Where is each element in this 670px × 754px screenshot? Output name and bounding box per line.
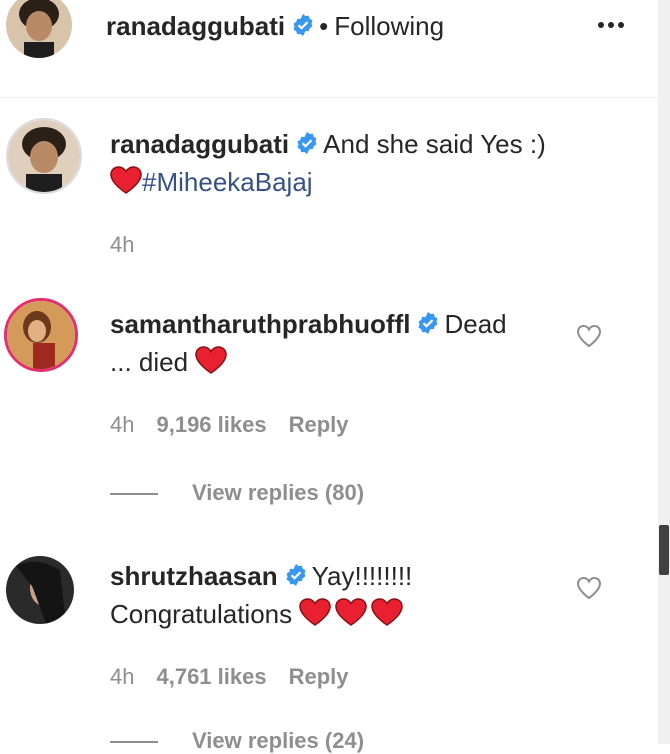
header-user-row: ranadaggubati • Following — [106, 8, 444, 46]
red-heart-icon — [195, 345, 228, 383]
comment-body: Dead — [444, 309, 507, 339]
reply-button[interactable]: Reply — [289, 664, 349, 689]
caption-username[interactable]: ranadaggubati — [110, 129, 289, 159]
view-replies-button[interactable]: View replies (24) — [110, 728, 364, 754]
comment-2-meta: 4h 4,761 likes Reply — [110, 664, 371, 690]
comment-body-continued: Congratulations — [110, 599, 293, 630]
red-heart-icon — [335, 597, 368, 635]
verified-icon — [291, 10, 315, 46]
comment-time[interactable]: 4h — [110, 412, 134, 437]
comment-1-text: samantharuthprabhuoffl Dead ... died — [110, 306, 560, 383]
caption-avatar[interactable] — [6, 118, 82, 194]
separator-dot: • — [319, 11, 329, 41]
comment-username[interactable]: samantharuthprabhuoffl — [110, 309, 410, 339]
verified-icon — [284, 560, 308, 596]
verified-icon — [416, 308, 440, 344]
hashtag-link[interactable]: #MiheekaBajaj — [142, 167, 313, 197]
following-button[interactable]: Following — [334, 11, 444, 41]
view-replies-button[interactable]: View replies (80) — [110, 480, 364, 506]
comment-1-meta: 4h 9,196 likes Reply — [110, 412, 371, 438]
comment-avatar[interactable] — [4, 298, 78, 372]
red-heart-icon — [110, 165, 142, 203]
divider-line — [110, 741, 158, 744]
caption-time[interactable]: 4h — [110, 232, 134, 257]
comment-time[interactable]: 4h — [110, 664, 134, 689]
red-heart-icon — [371, 597, 404, 635]
reply-button[interactable]: Reply — [289, 412, 349, 437]
like-heart-icon[interactable] — [576, 576, 602, 605]
caption-body: And she said Yes :) — [323, 129, 546, 159]
caption-meta: 4h — [110, 232, 156, 258]
avatar[interactable] — [6, 0, 72, 58]
view-replies-label: View replies (24) — [192, 728, 365, 753]
divider-line — [110, 493, 158, 496]
post-header: ranadaggubati • Following — [0, 0, 658, 98]
red-heart-icon — [299, 597, 332, 635]
view-replies-label: View replies (80) — [192, 480, 365, 505]
like-heart-icon[interactable] — [576, 324, 602, 353]
scrollbar-thumb[interactable] — [659, 525, 669, 575]
comment-body-continued: ... died — [110, 347, 189, 378]
comment-2-text: shrutzhaasan Yay!!!!!!!! Congratulations — [110, 558, 560, 635]
caption-text: ranadaggubati And she said Yes :) #Miheek… — [110, 126, 630, 203]
verified-icon — [295, 128, 319, 164]
comment-avatar[interactable] — [6, 556, 74, 624]
scrollbar[interactable] — [658, 0, 670, 744]
header-username[interactable]: ranadaggubati — [106, 11, 285, 41]
comment-username[interactable]: shrutzhaasan — [110, 561, 278, 591]
more-horizontal-icon[interactable] — [596, 18, 626, 36]
likes-count[interactable]: 4,761 likes — [156, 664, 266, 689]
comment-body: Yay!!!!!!!! — [311, 561, 413, 591]
likes-count[interactable]: 9,196 likes — [156, 412, 266, 437]
